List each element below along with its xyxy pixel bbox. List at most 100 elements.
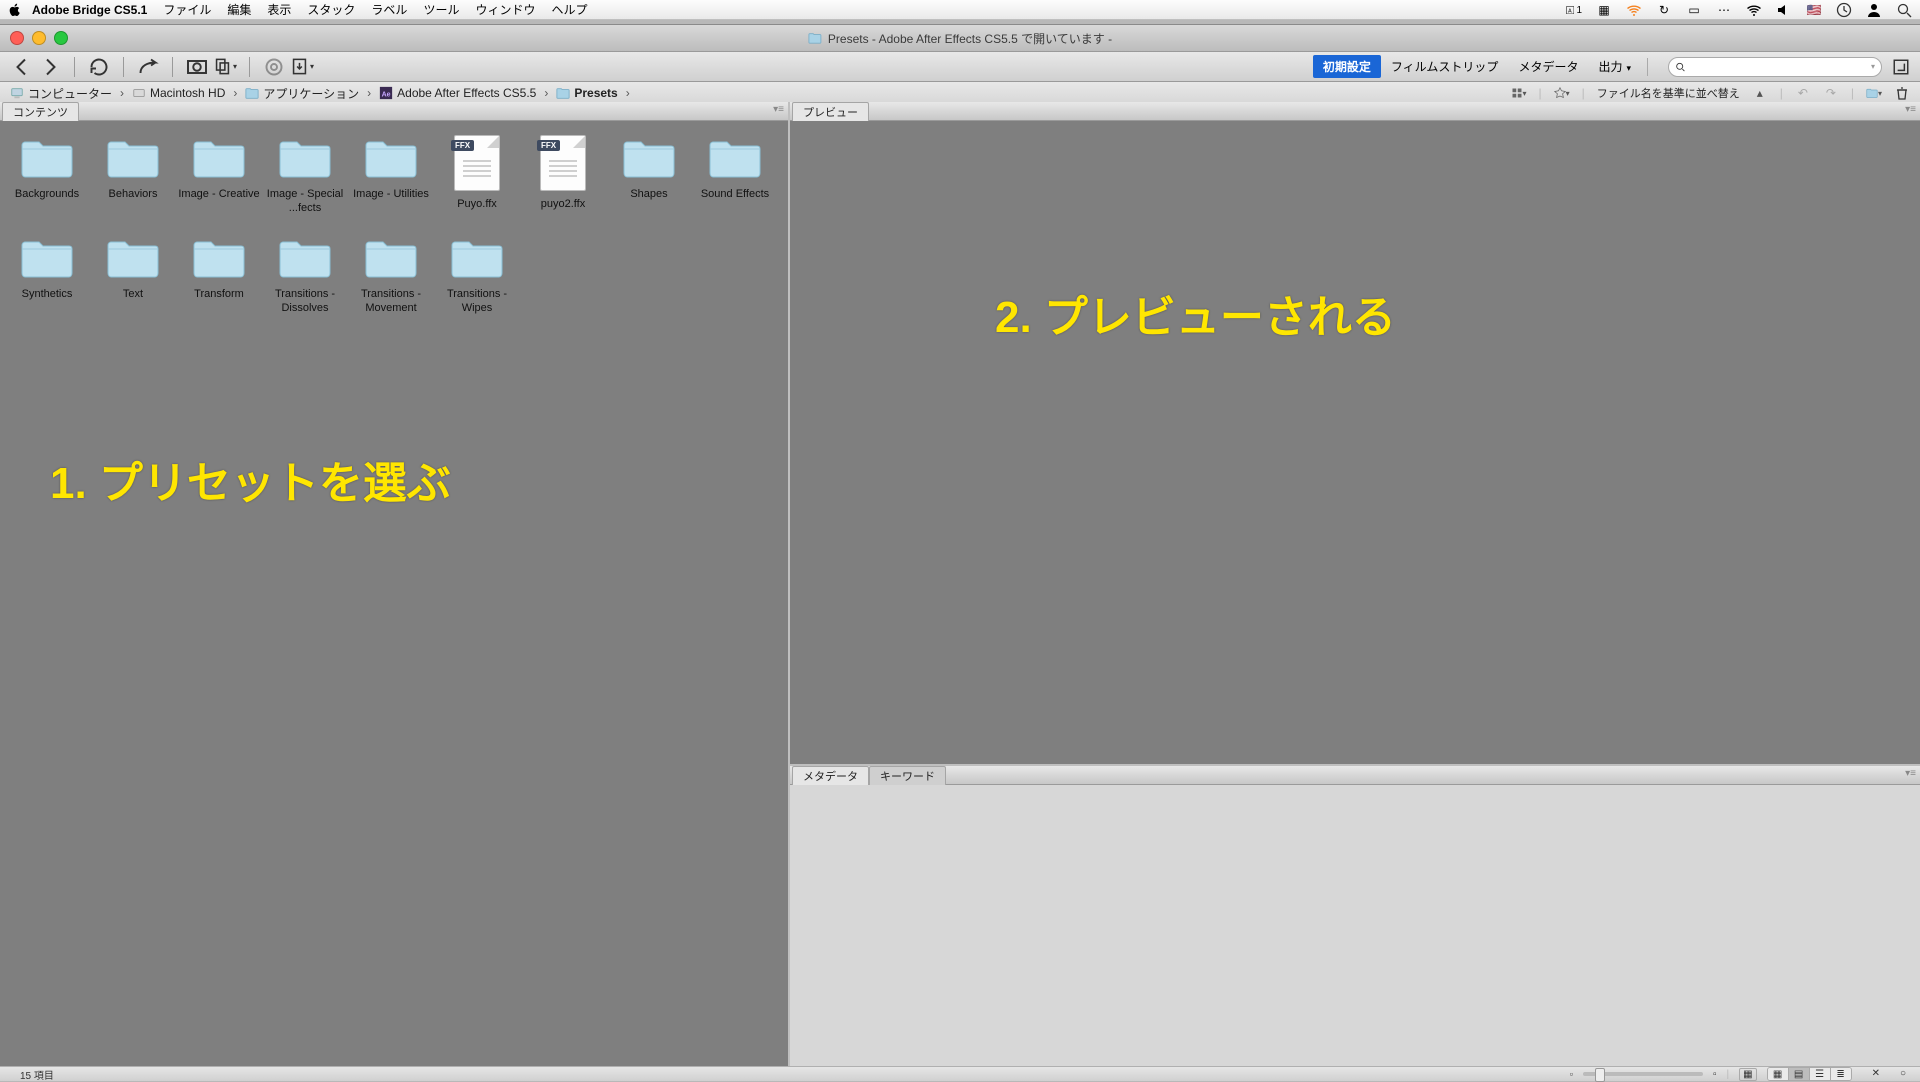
refine-button[interactable]: ▾ <box>213 57 237 77</box>
workspace-output[interactable]: 出力 <box>1588 55 1641 78</box>
nav-forward-button[interactable] <box>38 57 62 77</box>
sort-asc-icon[interactable]: ▴ <box>1752 85 1768 101</box>
close-button[interactable] <box>10 31 24 45</box>
compact-mode-button[interactable] <box>1892 58 1910 76</box>
view-list-icon[interactable]: ≣ <box>1831 1068 1851 1080</box>
lock-grid-icon[interactable]: ▦ <box>1739 1068 1756 1081</box>
flag-icon[interactable]: 🇺🇸 <box>1806 2 1822 18</box>
menu-edit[interactable]: 編集 <box>227 1 251 18</box>
file-name-label: Transitions - Dissolves <box>262 287 348 315</box>
close-status-icon[interactable]: ✕ <box>1872 1068 1880 1080</box>
user-icon[interactable] <box>1866 2 1882 18</box>
ffx-icon: FFX <box>540 135 586 191</box>
content-area[interactable]: BackgroundsBehaviorsImage - CreativeImag… <box>0 121 788 1066</box>
display-icon[interactable]: ▭ <box>1686 2 1702 18</box>
tab-preview[interactable]: プレビュー <box>792 102 869 121</box>
workspace-filmstrip[interactable]: フィルムストリップ <box>1381 55 1509 78</box>
spotlight-icon[interactable] <box>1896 2 1912 18</box>
boomerang-button[interactable] <box>136 57 160 77</box>
metadata-body[interactable] <box>790 785 1920 1066</box>
folder-item[interactable]: Transitions - Dissolves <box>262 235 348 315</box>
menu-tools[interactable]: ツール <box>423 1 459 18</box>
adobe-updater-icon[interactable]: A 1 <box>1566 2 1582 18</box>
file-name-label: Text <box>90 287 176 301</box>
chevron-right-icon: › <box>120 86 124 100</box>
menu-help[interactable]: ヘルプ <box>551 1 587 18</box>
clock-icon[interactable] <box>1836 2 1852 18</box>
content-panel: コンテンツ ▾≡ BackgroundsBehaviorsImage - Cre… <box>0 102 790 1066</box>
rotate-ccw-icon[interactable]: ↶ <box>1795 85 1811 101</box>
folder-item[interactable]: Image - Utilities <box>348 135 434 215</box>
thumb-size-large-icon[interactable]: ▫ <box>1713 1069 1717 1080</box>
folder-item[interactable]: Transitions - Movement <box>348 235 434 315</box>
ffx-file-item[interactable]: FFXpuyo2.ffx <box>520 135 606 215</box>
wifi-icon[interactable] <box>1626 2 1642 18</box>
tab-content[interactable]: コンテンツ <box>2 102 79 121</box>
dropbox-icon[interactable]: ▦ <box>1596 2 1612 18</box>
preview-area[interactable]: 2. プレビューされる <box>790 121 1920 766</box>
rotate-cw-icon[interactable]: ↷ <box>1823 85 1839 101</box>
crumb-applications[interactable]: アプリケーション <box>245 85 359 102</box>
menu-view[interactable]: 表示 <box>267 1 291 18</box>
folder-item[interactable]: Behaviors <box>90 135 176 215</box>
minimize-button[interactable] <box>32 31 46 45</box>
view-thumb-icon[interactable]: ▤ <box>1789 1068 1810 1080</box>
thumb-size-small-icon[interactable]: ▫ <box>1570 1069 1573 1079</box>
open-camera-raw-button[interactable] <box>262 57 286 77</box>
crumb-presets[interactable]: Presets <box>556 86 617 100</box>
folder-icon <box>18 135 76 181</box>
trash-icon[interactable] <box>1894 85 1910 101</box>
search-input[interactable] <box>1688 60 1871 74</box>
crumb-ae[interactable]: Ae Adobe After Effects CS5.5 <box>379 86 536 100</box>
folder-item[interactable]: Shapes <box>606 135 692 215</box>
expand-status-icon[interactable]: ○ <box>1900 1069 1906 1080</box>
file-name-label: Image - Special ...fects <box>262 187 348 215</box>
menu-file[interactable]: ファイル <box>163 1 211 18</box>
thumbnail-size-slider[interactable] <box>1583 1072 1703 1076</box>
view-detail-icon[interactable]: ☰ <box>1810 1068 1831 1080</box>
folder-item[interactable]: Sound Effects <box>692 135 778 215</box>
folder-item[interactable]: Image - Creative <box>176 135 262 215</box>
tab-metadata[interactable]: メタデータ <box>792 766 869 785</box>
folder-icon <box>190 135 248 181</box>
get-photos-button[interactable] <box>185 57 209 77</box>
wifi2-icon[interactable] <box>1746 2 1762 18</box>
star-rating-icon[interactable]: ▾ <box>1554 85 1570 101</box>
panel-menu-icon[interactable]: ▾≡ <box>1905 104 1916 115</box>
output-module-button[interactable]: ▾ <box>290 57 314 77</box>
zoom-button[interactable] <box>54 31 68 45</box>
panel-menu-icon[interactable]: ▾≡ <box>1905 768 1916 779</box>
file-name-label: Transitions - Wipes <box>434 287 520 315</box>
view-grid-icon[interactable]: ▦ <box>1768 1068 1789 1080</box>
apple-icon[interactable] <box>8 3 22 17</box>
folder-item[interactable]: Backgrounds <box>4 135 90 215</box>
volume-icon[interactable] <box>1776 2 1792 18</box>
panel-menu-icon[interactable]: ▾≡ <box>773 104 784 115</box>
sort-label[interactable]: ファイル名を基準に並べ替え <box>1597 85 1740 101</box>
tab-keywords[interactable]: キーワード <box>869 766 946 785</box>
thumbnail-grid-icon[interactable]: ▾ <box>1511 85 1527 101</box>
reveal-recent-button[interactable] <box>87 57 111 77</box>
folder-item[interactable]: Image - Special ...fects <box>262 135 348 215</box>
folder-item[interactable]: Transitions - Wipes <box>434 235 520 315</box>
ffx-file-item[interactable]: FFXPuyo.ffx <box>434 135 520 215</box>
search-box[interactable]: ▾ <box>1668 57 1882 77</box>
menu-stacks[interactable]: スタック <box>307 1 355 18</box>
dots-icon[interactable]: ⋯ <box>1716 2 1732 18</box>
folder-item[interactable]: Synthetics <box>4 235 90 315</box>
window-title: Presets - Adobe After Effects CS5.5 で開いて… <box>808 30 1112 47</box>
crumb-hd[interactable]: Macintosh HD <box>132 86 225 100</box>
folder-item[interactable]: Transform <box>176 235 262 315</box>
folder-icon <box>620 135 678 181</box>
folder-icon <box>18 235 76 281</box>
sync-icon[interactable]: ↻ <box>1656 2 1672 18</box>
workspace-default[interactable]: 初期設定 <box>1313 55 1381 78</box>
crumb-computer[interactable]: コンピューター <box>10 85 112 102</box>
new-folder-icon[interactable]: ▾ <box>1866 85 1882 101</box>
workspace-metadata[interactable]: メタデータ <box>1508 55 1588 78</box>
menu-window[interactable]: ウィンドウ <box>475 1 535 18</box>
nav-back-button[interactable] <box>10 57 34 77</box>
menu-label[interactable]: ラベル <box>371 1 407 18</box>
folder-icon <box>276 135 334 181</box>
folder-item[interactable]: Text <box>90 235 176 315</box>
